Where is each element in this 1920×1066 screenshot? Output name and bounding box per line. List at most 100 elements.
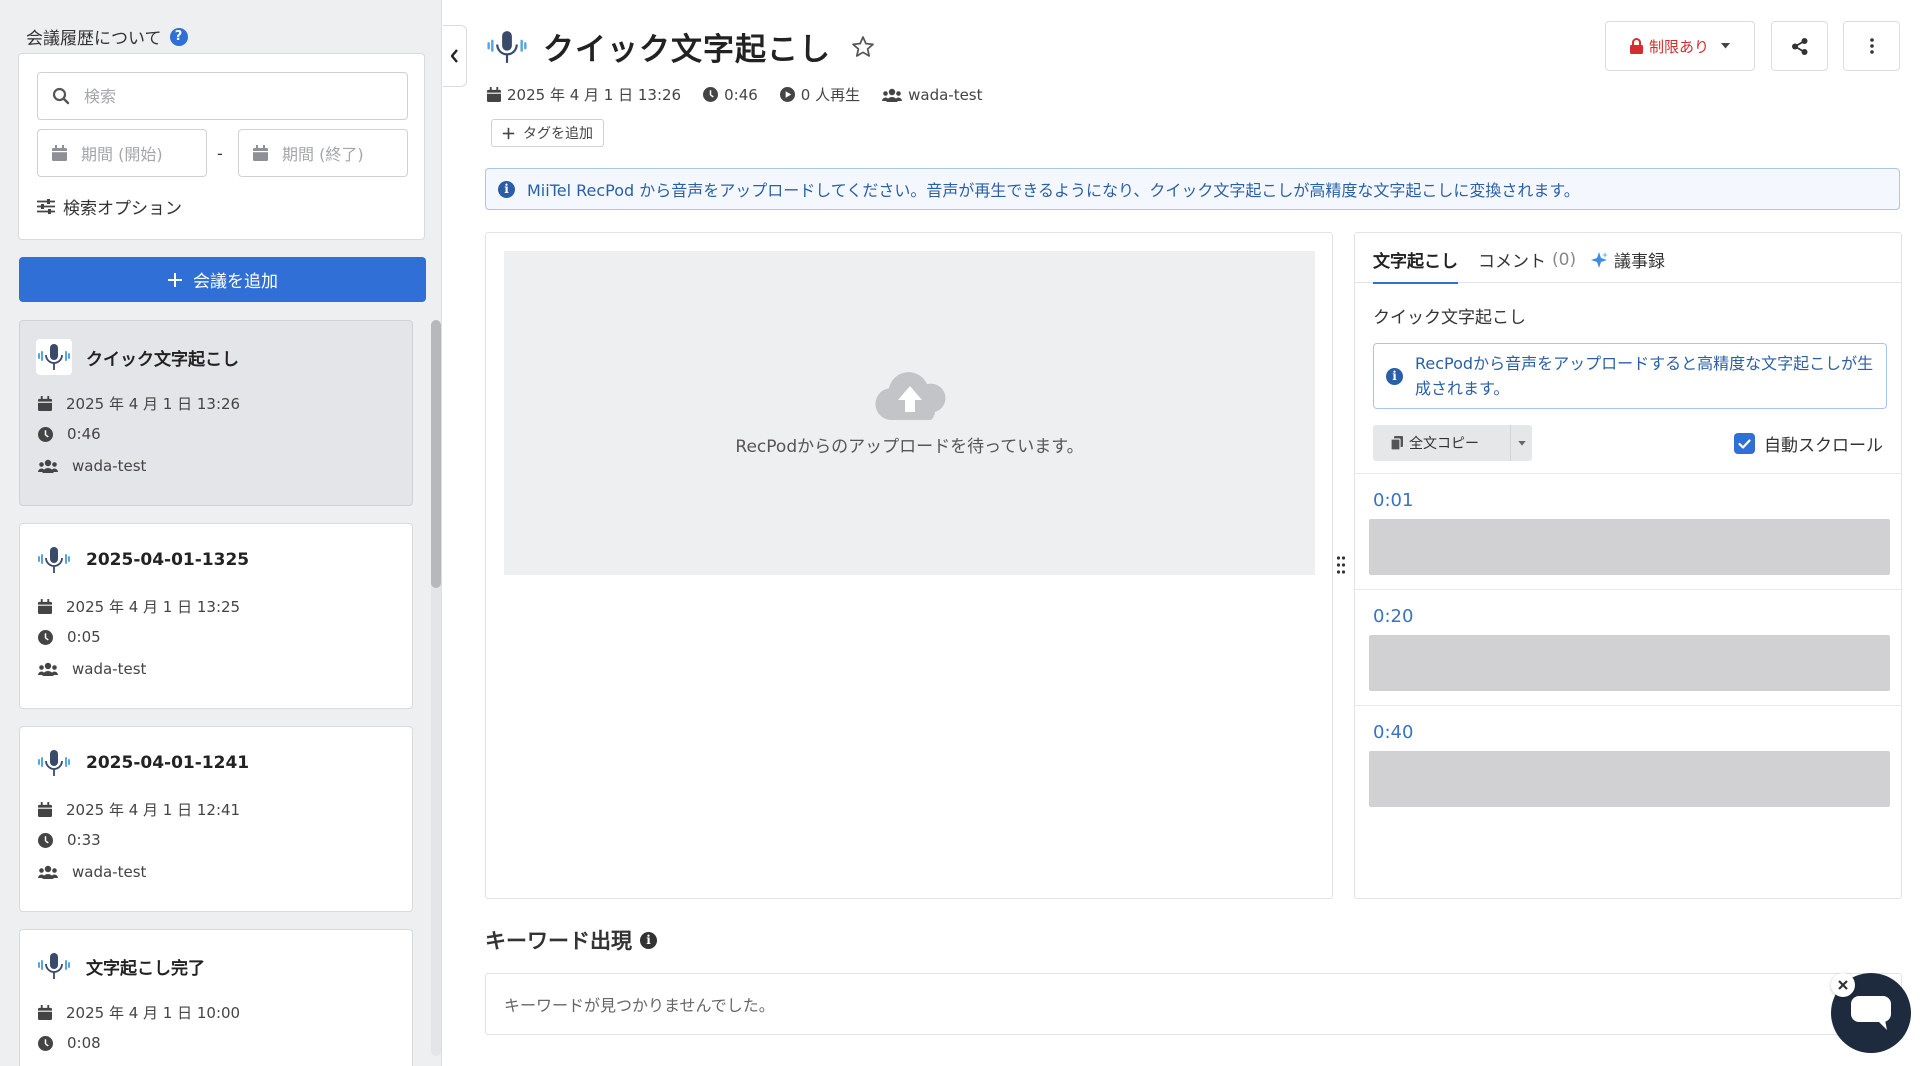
date-start-placeholder: 期間 (開始) (81, 145, 163, 164)
calendar-icon (52, 145, 67, 161)
upload-info-banner: i MiiTel RecPod から音声をアップロードしてください。音声が再生で… (485, 168, 1900, 210)
segment-text-placeholder (1369, 635, 1890, 691)
search-options-label: 検索オプション (63, 199, 182, 219)
share-button[interactable] (1771, 21, 1828, 71)
tab-label: 文字起こし (1373, 252, 1458, 272)
transcript-heading: クイック文字起こし (1373, 308, 1526, 328)
mic-icon (36, 542, 72, 578)
search-options-button[interactable]: 検索オプション (37, 194, 182, 219)
keywords-panel: キーワードが見つかりませんでした。 (485, 973, 1902, 1035)
meeting-card[interactable]: クイック文字起こし 2025 年 4 月 1 日 13:26 0:46 wada… (19, 320, 413, 506)
meeting-card-header: 2025-04-01-1241 (36, 745, 249, 781)
segment-text-placeholder (1369, 751, 1890, 807)
close-icon (1838, 980, 1848, 990)
caret-down-icon (1517, 440, 1526, 446)
meeting-duration: 0:05 (67, 628, 101, 646)
clock-icon (38, 629, 53, 645)
upload-waiting-text: RecPodからのアップロードを待っています。 (735, 436, 1084, 457)
keywords-title: キーワード出現 (485, 929, 632, 953)
copy-all-button[interactable]: 全文コピー (1373, 425, 1510, 461)
search-field[interactable] (37, 72, 408, 120)
date-start-field[interactable]: 期間 (開始) (37, 129, 207, 177)
meeting-duration: 0:08 (67, 1034, 101, 1052)
sidebar: 会議履歴について ? 期間 (開始) - 期間 (終了) 検索オプ (0, 0, 442, 1066)
meeting-duration-row: 0:08 (38, 1034, 101, 1052)
users-icon (38, 662, 58, 676)
auto-scroll-label: 自動スクロール (1764, 436, 1883, 456)
meeting-card[interactable]: 文字起こし完了 2025 年 4 月 1 日 10:00 0:08 (19, 929, 413, 1066)
sidebar-scrollbar[interactable] (431, 320, 441, 1056)
add-tag-label: タグを追加 (523, 126, 593, 142)
player-panel: RecPodからのアップロードを待っています。 (485, 232, 1333, 899)
meeting-duration-row: 0:05 (38, 628, 101, 646)
add-meeting-button[interactable]: 会議を追加 (19, 257, 426, 302)
chat-icon (1851, 996, 1891, 1030)
meeting-duration-row: 0:46 (38, 425, 101, 443)
keywords-section-title: キーワード出現 i (485, 925, 657, 955)
tab-label: 議事録 (1614, 252, 1665, 272)
close-chat-button[interactable] (1831, 973, 1855, 997)
meeting-date: 2025 年 4 月 1 日 10:00 (66, 1004, 241, 1022)
info-icon: i (1386, 367, 1403, 385)
meeting-owner-row: wada-test (38, 863, 146, 881)
meeting-title: クイック文字起こし (86, 349, 239, 370)
search-panel: 期間 (開始) - 期間 (終了) 検索オプション (18, 53, 425, 240)
calendar-icon (38, 396, 52, 411)
plus-icon (502, 127, 515, 140)
meeting-title: 2025-04-01-1241 (86, 753, 250, 773)
transcript-tabs: 文字起こし コメント (0) 議事録 (1355, 233, 1901, 284)
date-separator: - (217, 144, 223, 163)
tab-minutes[interactable]: 議事録 (1590, 247, 1665, 282)
scrollbar-thumb[interactable] (431, 320, 441, 588)
meeting-card[interactable]: 2025-04-01-1241 2025 年 4 月 1 日 12:41 0:3… (19, 726, 413, 912)
plus-icon (167, 272, 183, 288)
meeting-duration: 0:46 (724, 85, 758, 104)
calendar-icon (38, 1005, 52, 1020)
meeting-title: 2025-04-01-1325 (86, 550, 250, 570)
calendar-icon (38, 802, 52, 817)
caret-down-icon (1721, 43, 1730, 49)
users-icon (882, 88, 903, 102)
add-meeting-label: 会議を追加 (193, 272, 278, 292)
transcript-segment: 0:40 (1355, 705, 1901, 822)
restriction-label: 制限あり (1648, 37, 1709, 56)
upload-waiting-area: RecPodからのアップロードを待っています。 (504, 251, 1315, 575)
transcript-info-box: i RecPodから音声をアップロードすると高精度な文字起こしが生成されます。 (1373, 343, 1887, 409)
segment-timestamp[interactable]: 0:01 (1373, 490, 1413, 511)
panel-resize-handle[interactable] (1336, 555, 1346, 575)
sliders-icon (37, 199, 55, 214)
title-row: クイック文字起こし (485, 24, 875, 69)
info-icon[interactable]: i (640, 931, 657, 949)
share-icon (1791, 37, 1808, 55)
copy-options-dropdown[interactable] (1510, 425, 1532, 461)
tab-comments[interactable]: コメント (0) (1478, 247, 1576, 282)
meeting-card-header: 文字起こし完了 (36, 948, 205, 984)
transcript-info-text: RecPodから音声をアップロードすると高精度な文字起こしが生成されます。 (1415, 354, 1874, 398)
add-tag-button[interactable]: タグを追加 (491, 119, 604, 147)
meeting-card[interactable]: 2025-04-01-1325 2025 年 4 月 1 日 13:25 0:0… (19, 523, 413, 709)
auto-scroll-checkbox[interactable] (1734, 433, 1755, 454)
meeting-owner-row: wada-test (38, 457, 146, 475)
tab-transcript[interactable]: 文字起こし (1373, 247, 1458, 284)
restriction-dropdown[interactable]: 制限あり (1605, 21, 1755, 71)
clock-icon (38, 426, 53, 442)
meeting-duration-row: 0:33 (38, 831, 101, 849)
meeting-date-row: 2025 年 4 月 1 日 13:26 (38, 393, 240, 414)
auto-scroll-toggle[interactable]: 自動スクロール (1734, 431, 1883, 456)
users-icon (38, 459, 58, 473)
play-icon (779, 87, 795, 102)
meeting-date: 2025 年 4 月 1 日 13:25 (66, 598, 241, 616)
meeting-meta: 2025 年 4 月 1 日 13:26 0:46 0 人再生 wada-tes… (487, 84, 983, 105)
segment-timestamp[interactable]: 0:20 (1373, 606, 1413, 627)
star-icon[interactable] (851, 35, 875, 59)
help-icon[interactable]: ? (169, 27, 188, 46)
mic-icon (36, 339, 72, 375)
sidebar-title: 会議履歴について (26, 29, 162, 49)
segment-timestamp[interactable]: 0:40 (1373, 722, 1413, 743)
more-options-button[interactable] (1843, 21, 1900, 71)
clock-icon (38, 832, 53, 848)
more-vertical-icon (1869, 38, 1874, 54)
search-input[interactable] (84, 86, 364, 106)
date-end-field[interactable]: 期間 (終了) (238, 129, 408, 177)
meeting-date-row: 2025 年 4 月 1 日 10:00 (38, 1002, 240, 1023)
